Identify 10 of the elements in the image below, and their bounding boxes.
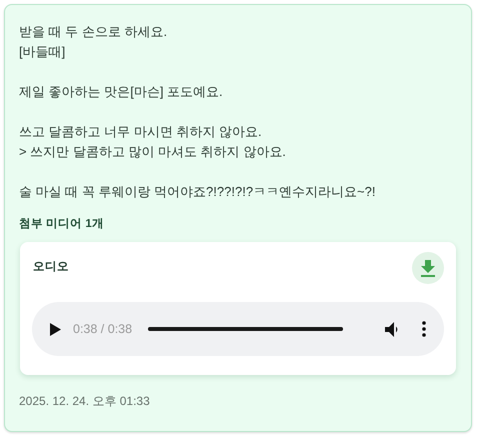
play-icon[interactable]: [50, 322, 61, 336]
audio-title: 오디오: [33, 260, 69, 276]
download-icon: [420, 259, 436, 277]
more-options-icon[interactable]: [422, 321, 426, 337]
audio-player[interactable]: 0:38 / 0:38: [32, 302, 444, 356]
download-button[interactable]: [412, 252, 444, 284]
timestamp: 2025. 12. 24. 오후 01:33: [19, 393, 151, 410]
message-text: 받을 때 두 손으로 하세요. [바들때] 제일 좋아하는 맛은[마슨] 포도예요. 쓰고 달콤하고 너무 마시면 취하지 않아요. > 쓰지만 달콤하고 많이 마셔도 취하지 않아요. 술 마실 때 꼭 루웨이랑 먹어야죠?!??!?!?ㅋㅋ옌수지라니요~?!: [19, 23, 376, 201]
audio-time: 0:38 / 0:38: [73, 320, 132, 338]
attachments-heading: 첨부 미디어 1개: [19, 217, 105, 232]
